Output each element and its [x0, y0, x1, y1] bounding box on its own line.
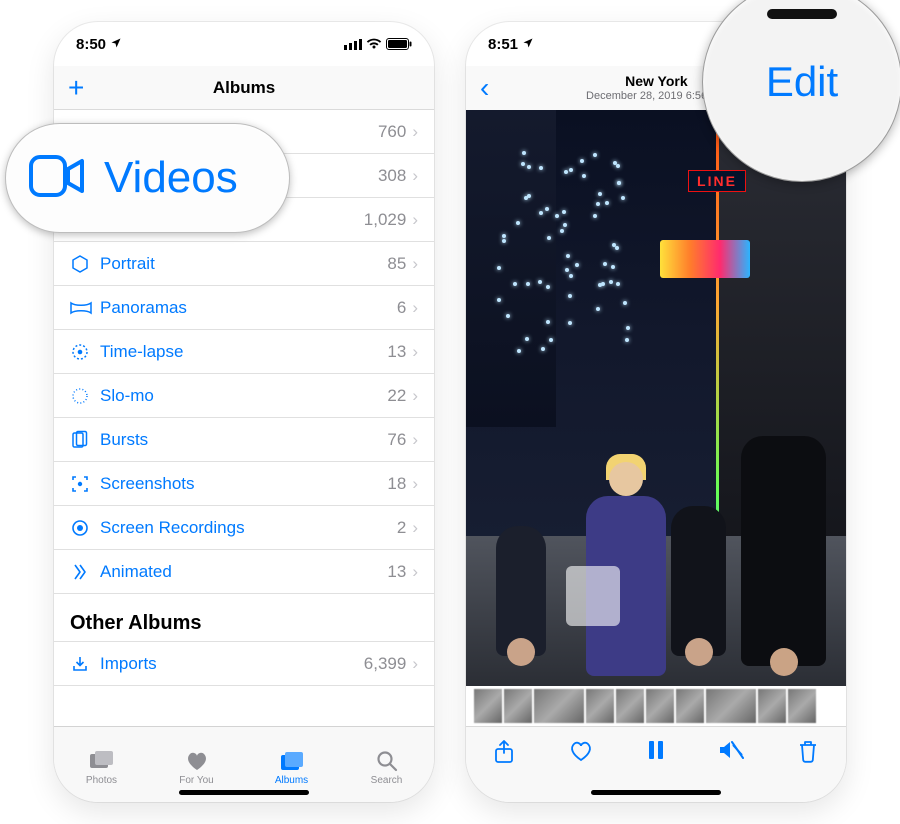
scene-tree [486, 150, 636, 370]
row-count: 308 [378, 166, 406, 186]
row-count: 6 [397, 298, 406, 318]
bursts-icon [70, 430, 100, 450]
section-other-albums: Other Albums [54, 594, 434, 642]
pause-button[interactable] [647, 739, 665, 761]
nav-bar: + Albums [54, 66, 434, 110]
portrait-icon [70, 254, 100, 274]
neon-sign: LINE [688, 170, 746, 192]
home-indicator[interactable] [179, 790, 309, 795]
video-frame[interactable]: LINE [466, 110, 846, 686]
status-time: 8:50 [76, 36, 106, 53]
callout-edit-label: Edit [766, 58, 838, 106]
back-button[interactable]: ‹ [480, 72, 510, 104]
chevron-right-icon: › [412, 474, 418, 494]
tab-label: For You [179, 775, 213, 786]
status-right [344, 38, 412, 50]
row-count: 76 [387, 430, 406, 450]
row-count: 13 [387, 342, 406, 362]
location-arrow-icon [110, 36, 122, 53]
foryou-icon [185, 750, 209, 772]
chevron-right-icon: › [412, 254, 418, 274]
panorama-icon [70, 301, 100, 315]
row-imports[interactable]: Imports 6,399 › [54, 642, 434, 686]
chevron-right-icon: › [412, 518, 418, 538]
earpiece-icon [767, 9, 837, 19]
photos-icon [89, 750, 115, 772]
share-button[interactable] [493, 739, 515, 765]
row-label: Animated [100, 562, 387, 582]
row-count: 6,399 [364, 654, 407, 674]
video-scrubber[interactable] [466, 686, 846, 726]
animated-icon [70, 562, 100, 582]
tab-label: Photos [86, 775, 117, 786]
tab-photos[interactable]: Photos [54, 727, 149, 802]
screenrecord-icon [70, 518, 100, 538]
row-timelapse[interactable]: Time-lapse 13 › [54, 330, 434, 374]
row-label: Time-lapse [100, 342, 387, 362]
timelapse-icon [70, 342, 100, 362]
location-arrow-icon [522, 36, 534, 53]
callout-videos: Videos [5, 123, 290, 233]
row-label: Slo-mo [100, 386, 387, 406]
row-label: Imports [100, 654, 364, 674]
row-count: 85 [387, 254, 406, 274]
status-time: 8:51 [488, 36, 518, 53]
row-animated[interactable]: Animated 13 › [54, 550, 434, 594]
slomo-icon [70, 386, 100, 406]
video-icon [28, 154, 86, 203]
row-portrait[interactable]: Portrait 85 › [54, 242, 434, 286]
row-count: 2 [397, 518, 406, 538]
row-label: Portrait [100, 254, 387, 274]
chevron-right-icon: › [412, 210, 418, 230]
row-count: 22 [387, 386, 406, 406]
chevron-right-icon: › [412, 386, 418, 406]
import-icon [70, 654, 100, 674]
row-label: Bursts [100, 430, 387, 450]
row-screenrecordings[interactable]: Screen Recordings 2 › [54, 506, 434, 550]
marquee-sign [660, 240, 750, 278]
row-label: Panoramas [100, 298, 397, 318]
nav-title: Albums [128, 78, 360, 98]
favorite-button[interactable] [568, 739, 594, 763]
tab-label: Search [371, 775, 403, 786]
delete-button[interactable] [797, 739, 819, 763]
screenshot-icon [70, 474, 100, 494]
mute-button[interactable] [718, 739, 744, 761]
chevron-right-icon: › [412, 342, 418, 362]
row-screenshots[interactable]: Screenshots 18 › [54, 462, 434, 506]
row-count: 13 [387, 562, 406, 582]
add-button[interactable]: + [68, 74, 84, 102]
chevron-right-icon: › [412, 562, 418, 582]
row-label: Screenshots [100, 474, 387, 494]
chevron-right-icon: › [412, 654, 418, 674]
home-indicator[interactable] [591, 790, 721, 795]
chevron-right-icon: › [412, 430, 418, 450]
row-bursts[interactable]: Bursts 76 › [54, 418, 434, 462]
search-icon [376, 750, 398, 772]
chevron-right-icon: › [412, 166, 418, 186]
row-count: 760 [378, 122, 406, 142]
row-slomo[interactable]: Slo-mo 22 › [54, 374, 434, 418]
row-count: 18 [387, 474, 406, 494]
albums-icon [279, 750, 305, 772]
chevron-right-icon: › [412, 122, 418, 142]
tab-label: Albums [275, 775, 308, 786]
row-label: Screen Recordings [100, 518, 397, 538]
callout-videos-label: Videos [104, 153, 238, 203]
chevron-right-icon: › [412, 298, 418, 318]
row-count: 1,029 [364, 210, 407, 230]
row-panoramas[interactable]: Panoramas 6 › [54, 286, 434, 330]
status-bar: 8:50 [54, 22, 434, 66]
tab-search[interactable]: Search [339, 727, 434, 802]
